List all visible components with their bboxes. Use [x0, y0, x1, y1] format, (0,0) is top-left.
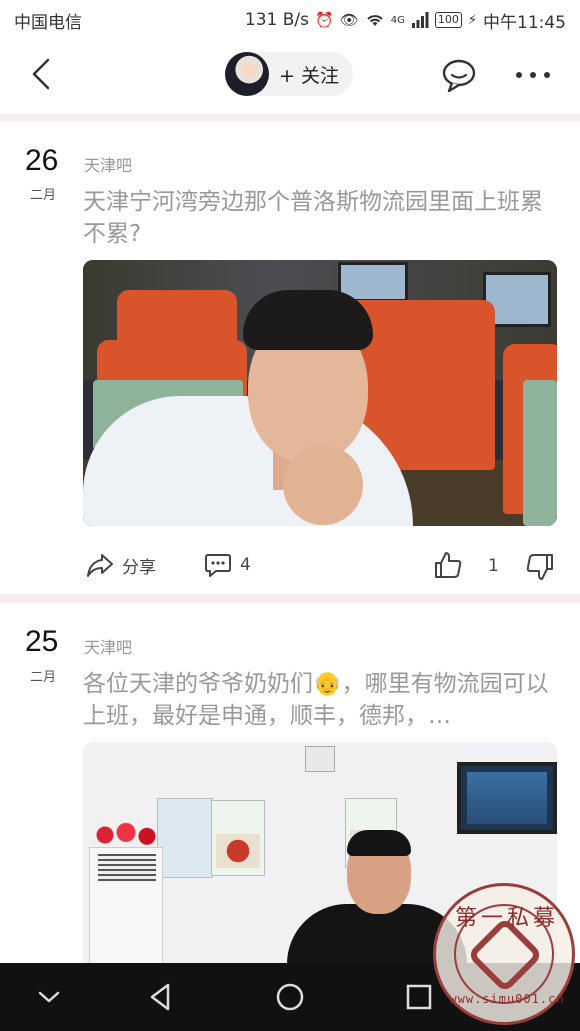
share-arrow-icon [87, 554, 113, 577]
post-forum-name[interactable]: 天津吧 [84, 152, 132, 176]
share-button[interactable]: 分享 [86, 552, 156, 578]
signal-bars-icon [411, 12, 429, 28]
back-arrow-icon [32, 58, 50, 90]
nav-bar: + 关注 [0, 42, 580, 108]
post-divider [0, 594, 580, 603]
photo-air-conditioner [89, 847, 163, 963]
post-date-month: 二月 [30, 670, 57, 685]
chat-button[interactable] [440, 56, 478, 94]
follow-button[interactable]: + 关注 [225, 52, 353, 96]
post-image[interactable] [83, 260, 557, 526]
alarm-icon: ⏰ [315, 10, 334, 29]
post-forum-name[interactable]: 天津吧 [84, 634, 132, 658]
photo-seat-base [523, 380, 557, 526]
internet-cafe-photo [83, 260, 557, 526]
watermark-seal: 第一私募 www.simu001.cn [433, 883, 575, 1025]
nav-collapse-chevron-icon[interactable] [32, 980, 66, 1014]
photo-hair [243, 290, 373, 350]
comment-button[interactable]: 4 [204, 552, 251, 578]
photo-poster [211, 800, 265, 876]
more-dot [530, 72, 536, 78]
photo-poster [157, 798, 213, 878]
charging-icon: ⚡ [467, 12, 477, 28]
photo-wall-sign [305, 746, 335, 772]
signal-type-label: 4G [390, 14, 405, 26]
carrier-name: 中国电信 [14, 12, 82, 33]
back-button[interactable] [26, 56, 62, 92]
photo-ac-vent [98, 854, 156, 882]
thumb-up-icon [435, 552, 462, 578]
eye-icon: 👁 [339, 10, 359, 29]
photo-tv-screen [467, 772, 547, 824]
like-count: 1 [488, 556, 499, 576]
share-label: 分享 [122, 557, 156, 578]
photo-tv [457, 762, 557, 834]
more-options-button[interactable] [516, 60, 550, 90]
status-right-group: 131 B/s ⏰ 👁 4G 100 ⚡ 中午11:45 [245, 8, 566, 33]
follow-label: + 关注 [279, 64, 339, 87]
photo-flowers [91, 822, 161, 848]
dislike-button[interactable] [525, 552, 555, 582]
post-date-day: 25 [25, 625, 59, 658]
battery-level: 100 [434, 12, 462, 28]
post-date-day: 26 [25, 144, 59, 177]
status-bar: 中国电信 131 B/s ⏰ 👁 4G 100 ⚡ 中午11:45 [0, 0, 580, 40]
thumb-down-icon [526, 554, 553, 580]
more-dot [544, 72, 550, 78]
like-button[interactable] [433, 550, 463, 580]
nav-home-circle-icon[interactable] [273, 980, 307, 1014]
post-actions: 分享 4 1 [0, 546, 580, 586]
network-speed: 131 B/s [244, 10, 309, 30]
avatar[interactable] [225, 52, 269, 96]
watermark-url: www.simu001.cn [449, 992, 565, 1006]
comment-count: 4 [240, 555, 251, 575]
photo-person-hair [347, 830, 411, 856]
photo-poster-food [216, 834, 260, 868]
wifi-icon [367, 15, 383, 26]
post-item[interactable]: 26 二月 天津吧 天津宁河湾旁边那个普洛斯物流园里面上班累不累? 分享 4 1 [0, 122, 580, 592]
clock-time: 中午11:45 [483, 12, 566, 33]
top-divider [0, 114, 580, 122]
nav-recents-square-icon[interactable] [402, 980, 436, 1014]
comment-icon [205, 554, 231, 577]
chat-bubble-icon [442, 59, 476, 93]
more-dots-icon [516, 72, 522, 78]
post-date-month: 二月 [30, 188, 57, 203]
post-title[interactable]: 各位天津的爷爷奶奶们👴，哪里有物流园可以上班，最好是申通，顺丰，德邦，… [83, 668, 557, 732]
post-title[interactable]: 天津宁河湾旁边那个普洛斯物流园里面上班累不累? [83, 186, 557, 250]
photo-hand [283, 445, 363, 525]
nav-back-triangle-icon[interactable] [144, 980, 178, 1014]
watermark-title: 第一私募 [454, 906, 559, 931]
